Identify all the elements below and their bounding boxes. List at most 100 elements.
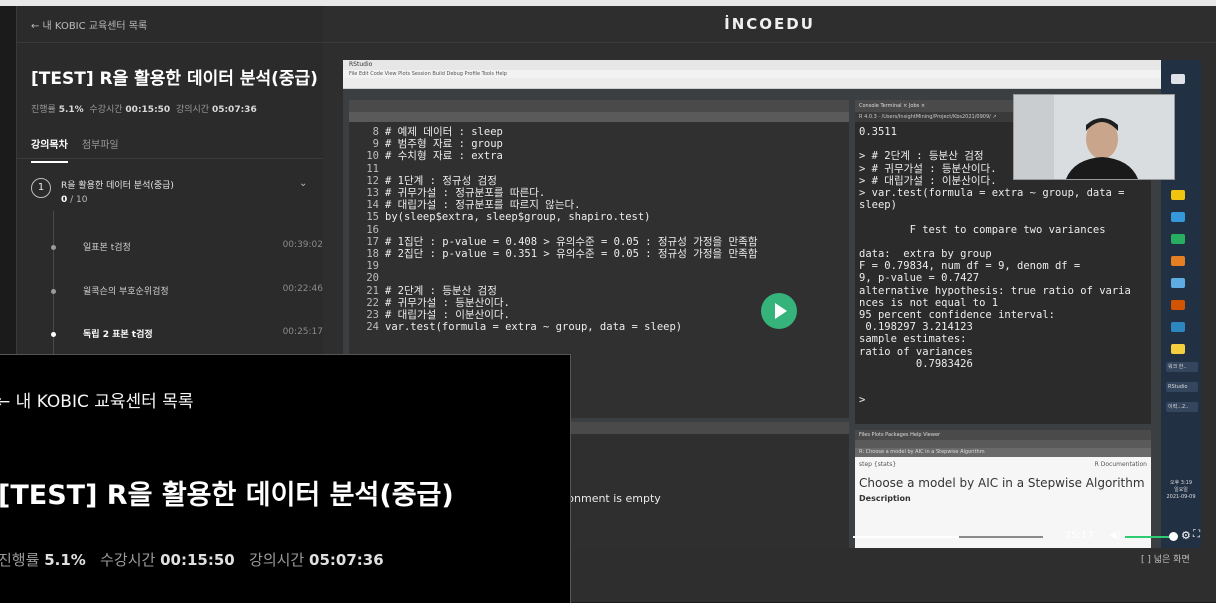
instructor-webcam bbox=[1013, 94, 1175, 180]
taskbar-item: RStudio bbox=[1166, 382, 1198, 392]
app-icon bbox=[1171, 234, 1185, 244]
help-description-heading: Description bbox=[859, 494, 911, 503]
help-meta: step {stats} R Documentation bbox=[859, 461, 1147, 468]
code-text: # 대립가설 : 이분산이다. bbox=[385, 309, 510, 322]
section-progress: 0 / 10 bbox=[61, 195, 88, 205]
console-line: > var.test(formula = extra ~ group, data… bbox=[859, 187, 1125, 200]
code-text: # 대립가설 : 정규분포를 따르지 않는다. bbox=[385, 199, 581, 212]
line-number: 20 bbox=[366, 272, 379, 285]
lesson-item-active[interactable]: 독립 2 표본 t검정 00:25:17 bbox=[31, 327, 323, 347]
code-text: # 귀무가설 : 정규분포를 따른다. bbox=[385, 187, 546, 200]
line-number: 14 bbox=[366, 199, 379, 212]
line-number: 19 bbox=[366, 260, 379, 273]
code-line: 16 bbox=[349, 224, 849, 236]
chevron-down-icon[interactable]: ⌄ bbox=[299, 178, 307, 189]
line-number: 17 bbox=[366, 235, 379, 248]
help-caption: R: Choose a model by AIC in a Stepwise A… bbox=[855, 448, 1151, 457]
instructor-image bbox=[1014, 95, 1174, 179]
help-title: Choose a model by AIC in a Stepwise Algo… bbox=[859, 476, 1145, 490]
zoom-overlay: ← 내 KOBIC 교육센터 목록 [TEST] R을 활용한 데이터 분석(중… bbox=[0, 354, 571, 603]
taskbar-clock: 오후 3:19 일요일 2021-09-09 bbox=[1166, 480, 1196, 500]
line-number: 22 bbox=[366, 296, 379, 309]
lesson-name: 일표본 t검정 bbox=[83, 243, 131, 253]
line-number: 11 bbox=[366, 162, 379, 175]
lesson-name: 윌콕슨의 부호순위검정 bbox=[83, 287, 169, 297]
line-number: 10 bbox=[366, 150, 379, 163]
code-line: 19 bbox=[349, 260, 849, 272]
code-text: # 수치형 자료 : extra bbox=[385, 150, 503, 163]
code-line: 11 bbox=[349, 163, 849, 175]
playback-time: 25:17 bbox=[1065, 530, 1094, 541]
lesson-duration: 00:25:17 bbox=[282, 327, 323, 337]
progress-fill bbox=[853, 536, 960, 538]
rstudio-titlebar: RStudio bbox=[343, 60, 1201, 70]
code-line: 10 # 수치형 자료 : extra bbox=[349, 150, 849, 162]
windows-icon bbox=[1171, 74, 1185, 84]
course-stats-zoom: 진행률 5.1% 수강시간 00:15:50 강의시간 05:07:36 bbox=[0, 551, 384, 569]
lesson-dot-icon bbox=[51, 289, 56, 294]
code-text: by(sleep$extra, sleep$group, shapiro.tes… bbox=[385, 211, 651, 224]
line-number: 23 bbox=[366, 309, 379, 322]
console-line: ratio of variances bbox=[859, 345, 973, 358]
back-to-list-link-zoom[interactable]: ← 내 KOBIC 교육센터 목록 bbox=[0, 387, 194, 412]
fullscreen-icon[interactable]: ⛶ bbox=[1193, 529, 1200, 540]
play-button[interactable] bbox=[761, 293, 797, 329]
volume-handle[interactable] bbox=[1169, 532, 1178, 541]
lesson-dot-icon bbox=[51, 245, 56, 250]
help-tabs: Files Plots Packages Help Viewer bbox=[855, 430, 1151, 440]
progress-bar[interactable] bbox=[853, 536, 1043, 538]
console-line: 0.7983426 bbox=[859, 357, 973, 370]
tabs-divider bbox=[17, 158, 323, 159]
code-text: var.test(formula = extra ~ group, data =… bbox=[385, 321, 683, 334]
lesson-duration: 00:22:46 bbox=[282, 284, 323, 294]
code-line: 9 # 범주형 자료 : group bbox=[349, 138, 849, 150]
section-number: 1 bbox=[31, 178, 51, 198]
line-number: 21 bbox=[366, 284, 379, 297]
gear-icon[interactable]: ⚙ bbox=[1181, 529, 1191, 542]
code-text: # 2단계 : 등분산 검정 bbox=[385, 284, 497, 297]
console-line: > bbox=[859, 394, 866, 407]
player-controls: 25:17 ◀) ⚙ ⛶ bbox=[853, 526, 1201, 548]
code-line: 12 # 1단계 : 정규성 검정 bbox=[349, 175, 849, 187]
code-line: 14 # 대립가설 : 정규분포를 따르지 않는다. bbox=[349, 199, 849, 211]
code-text: # 범주형 자료 : group bbox=[385, 138, 503, 151]
code-text: # 1단계 : 정규성 검정 bbox=[385, 174, 497, 187]
line-number: 9 bbox=[372, 138, 379, 151]
lesson-item[interactable]: 윌콕슨의 부호순위검정 00:22:46 bbox=[31, 284, 323, 304]
line-number: 13 bbox=[366, 187, 379, 200]
line-number: 24 bbox=[366, 321, 379, 334]
wide-screen-button[interactable]: [ ] 넓은 화면 bbox=[1141, 552, 1190, 565]
code-text: # 2집단 : p-value = 0.351 > 유의수준 = 0.05 : … bbox=[385, 248, 758, 261]
code-line: 17 # 1집단 : p-value = 0.408 > 유의수준 = 0.05 … bbox=[349, 236, 849, 248]
console-line: sample estimates: bbox=[859, 333, 967, 346]
brand-logo: İNCOEDU bbox=[323, 6, 1216, 43]
console-line: 0.198297 3.214123 bbox=[859, 321, 973, 334]
console-line: F test to compare two variances bbox=[859, 223, 1106, 236]
volume-slider[interactable] bbox=[1125, 536, 1171, 538]
section-title: R을 활용한 데이터 분석(중급) bbox=[61, 181, 174, 191]
line-number: 12 bbox=[366, 174, 379, 187]
rstudio-menubar: File Edit Code View Plots Session Build … bbox=[343, 70, 1201, 78]
console-line: F = 0.79834, num df = 9, denom df = bbox=[859, 260, 1081, 273]
course-title: [TEST] R을 활용한 데이터 분석(중급) bbox=[31, 69, 318, 89]
lesson-item[interactable]: 일표본 t검정 00:39:02 bbox=[31, 240, 323, 260]
code-line: 20 bbox=[349, 272, 849, 284]
code-line: 15 by(sleep$extra, sleep$group, shapiro.t… bbox=[349, 211, 849, 223]
app-icon bbox=[1171, 190, 1185, 200]
line-number: 15 bbox=[366, 211, 379, 224]
lesson-name: 독립 2 표본 t검정 bbox=[83, 330, 153, 340]
volume-icon[interactable]: ◀) bbox=[1109, 530, 1121, 541]
code-line: 13 # 귀무가설 : 정규분포를 따른다. bbox=[349, 187, 849, 199]
course-stats: 진행률 5.1% 수강시간 00:15:50 강의시간 05:07:36 bbox=[31, 105, 257, 115]
back-to-list-link[interactable]: ← 내 KOBIC 교육센터 목록 bbox=[17, 6, 323, 43]
code-text: # 예제 데이터 : sleep bbox=[385, 126, 503, 138]
lesson-duration: 00:39:02 bbox=[282, 240, 323, 250]
course-title-zoom: [TEST] R을 활용한 데이터 분석(중급) bbox=[0, 480, 454, 511]
app-icon bbox=[1171, 212, 1185, 222]
taskbar-item: 워크 한.. bbox=[1166, 362, 1198, 372]
lesson-dot-icon bbox=[51, 332, 56, 337]
